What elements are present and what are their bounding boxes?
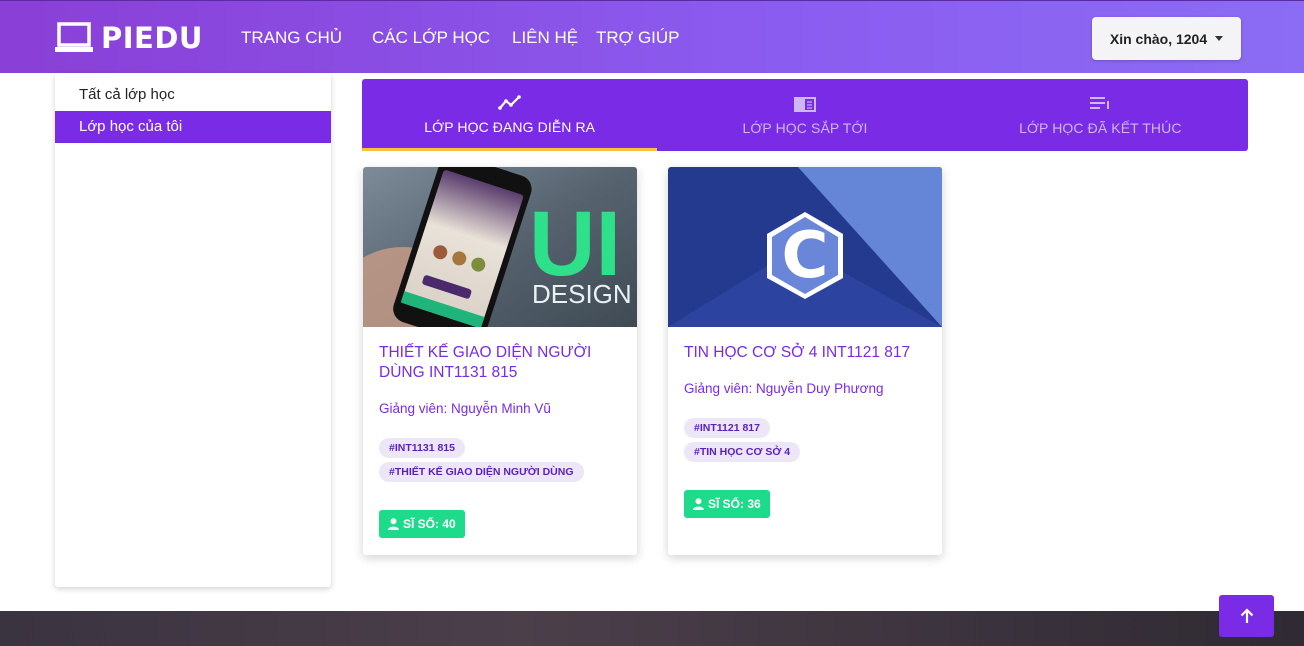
tab-ongoing-label: LỚP HỌC ĐANG DIỄN RA xyxy=(424,118,596,135)
tag-chip[interactable]: #TIN HỌC CƠ SỞ 4 xyxy=(684,442,801,462)
scroll-to-top-button[interactable] xyxy=(1219,595,1274,637)
tag-chip[interactable]: #INT1131 815 xyxy=(379,438,465,458)
c-language-image: C xyxy=(668,167,942,327)
sidebar-item-my-classes[interactable]: Lớp học của tôi xyxy=(55,111,331,143)
logo-text: PIEDU xyxy=(101,21,203,55)
class-card[interactable]: UI DESIGN THIẾT KẾ GIAO DIỆN NGƯỜI DÙNG … xyxy=(363,167,637,555)
class-thumbnail-ui-design[interactable]: UI DESIGN xyxy=(363,167,637,327)
tag-chip[interactable]: #INT1121 817 xyxy=(684,418,770,438)
teacher-name: Giảng viên: Nguyễn Minh Vũ xyxy=(379,401,551,416)
book-open-icon xyxy=(793,97,816,112)
nav-home[interactable]: TRANG CHỦ xyxy=(241,28,342,48)
student-count: SĨ SỐ: 40 xyxy=(403,517,456,531)
user-icon xyxy=(693,498,704,510)
tab-ongoing[interactable]: LỚP HỌC ĐANG DIỄN RA xyxy=(362,79,658,151)
tag-chip[interactable]: #THIẾT KẾ GIAO DIỆN NGƯỜI DÙNG xyxy=(379,462,584,482)
ui-design-image: UI DESIGN xyxy=(363,167,637,327)
student-count-badge: SĨ SỐ: 36 xyxy=(684,490,770,518)
c-image-text: C xyxy=(782,219,829,293)
sidebar-item-all-classes[interactable]: Tất cả lớp học xyxy=(55,79,331,111)
caret-down-icon xyxy=(1215,36,1224,41)
arrow-up-icon xyxy=(1240,608,1253,623)
tag-list: #INT1121 817 #TIN HỌC CƠ SỞ 4 xyxy=(684,418,926,466)
sidebar: Tất cả lớp học Lớp học của tôi xyxy=(55,73,331,587)
class-title[interactable]: THIẾT KẾ GIAO DIỆN NGƯỜI DÙNG INT1131 81… xyxy=(379,343,621,383)
teacher-name: Giảng viên: Nguyễn Duy Phương xyxy=(684,381,884,396)
laptop-icon xyxy=(55,22,93,52)
tag-list: #INT1131 815 #THIẾT KẾ GIAO DIỆN NGƯỜI D… xyxy=(379,438,621,486)
logo[interactable]: PIEDU xyxy=(55,21,203,55)
user-icon xyxy=(388,518,399,530)
class-card[interactable]: C TIN HỌC CƠ SỞ 4 INT1121 817 Giảng viên… xyxy=(668,167,942,555)
nav-classes[interactable]: CÁC LỚP HỌC xyxy=(372,28,490,48)
tab-upcoming[interactable]: LỚP HỌC SẮP TỚI xyxy=(657,79,952,151)
nav-help[interactable]: TRỢ GIÚP xyxy=(596,28,680,48)
design-image-text: DESIGN xyxy=(532,279,632,309)
user-greeting: Xin chào, 1204 xyxy=(1109,30,1208,47)
class-thumbnail-c[interactable]: C xyxy=(668,167,942,327)
user-menu-button[interactable]: Xin chào, 1204 xyxy=(1092,17,1241,60)
trending-line-icon xyxy=(497,94,521,110)
footer-background xyxy=(0,611,1304,646)
list-icon xyxy=(1090,97,1110,109)
nav-contact[interactable]: LIÊN HỆ xyxy=(512,28,578,48)
class-title[interactable]: TIN HỌC CƠ SỞ 4 INT1121 817 xyxy=(684,343,926,363)
student-count: SĨ SỐ: 36 xyxy=(708,497,761,511)
tab-upcoming-label: LỚP HỌC SẮP TỚI xyxy=(742,120,868,136)
class-tabs: LỚP HỌC ĐANG DIỄN RA LỚP HỌC SẮP TỚI LỚP… xyxy=(362,79,1248,151)
student-count-badge: SĨ SỐ: 40 xyxy=(379,510,465,538)
tab-finished-label: LỚP HỌC ĐÃ KẾT THÚC xyxy=(1019,120,1182,136)
tab-finished[interactable]: LỚP HỌC ĐÃ KẾT THÚC xyxy=(953,79,1248,151)
top-navbar: PIEDU TRANG CHỦ CÁC LỚP HỌC LIÊN HỆ TRỢ … xyxy=(0,0,1304,73)
